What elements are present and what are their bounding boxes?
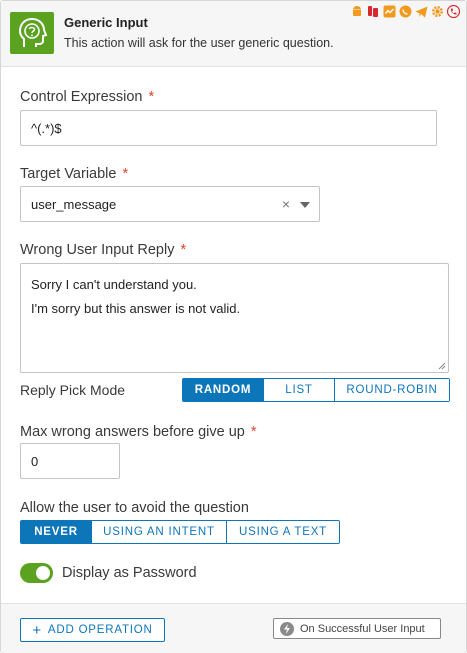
- target-variable-select[interactable]: user_message ×: [20, 186, 320, 222]
- resize-grip-icon[interactable]: [438, 362, 446, 370]
- action-description: This action will ask for the user generi…: [64, 36, 334, 50]
- wrong-reply-textarea[interactable]: Sorry I can't understand you. I'm sorry …: [20, 263, 449, 373]
- avoid-using-text[interactable]: USING A TEXT: [227, 521, 339, 543]
- required-marker: *: [122, 166, 129, 182]
- clear-icon[interactable]: ×: [282, 196, 290, 212]
- reply-pick-mode-toggle: RANDOM LIST ROUND-ROBIN: [182, 378, 450, 402]
- target-variable-label: Target Variable *: [20, 166, 129, 182]
- generic-input-panel: Generic Input This action will ask for t…: [0, 0, 467, 653]
- head-question-icon: [10, 12, 54, 54]
- pick-mode-random[interactable]: RANDOM: [183, 379, 264, 401]
- display-password-label: Display as Password: [62, 565, 197, 581]
- reply-line: Sorry I can't understand you.: [31, 277, 197, 292]
- bolt-icon: [280, 621, 294, 636]
- target-variable-value: user_message: [31, 196, 117, 212]
- on-success-label: On Successful User Input: [300, 622, 425, 635]
- avoid-using-intent[interactable]: USING AN INTENT: [92, 521, 227, 543]
- control-expression-label: Control Expression *: [20, 89, 155, 105]
- max-wrong-answers-label: Max wrong answers before give up *: [20, 424, 257, 440]
- whatsapp-icon[interactable]: [398, 4, 412, 19]
- switch-knob: [36, 566, 50, 580]
- add-operation-label: ADD OPERATION: [47, 624, 153, 636]
- avoid-question-label: Allow the user to avoid the question: [20, 500, 249, 516]
- android-icon[interactable]: [350, 4, 364, 19]
- wrong-reply-label: Wrong User Input Reply *: [20, 242, 187, 258]
- channel-icons: [350, 4, 460, 19]
- action-header: Generic Input This action will ask for t…: [1, 1, 466, 67]
- max-wrong-answers-value: 0: [31, 453, 39, 469]
- display-password-switch[interactable]: [20, 563, 53, 583]
- avoid-question-toggle: NEVER USING AN INTENT USING A TEXT: [20, 520, 340, 544]
- pick-mode-round-robin[interactable]: ROUND-ROBIN: [335, 379, 449, 401]
- required-marker: *: [250, 424, 257, 440]
- cog-icon[interactable]: [430, 4, 444, 19]
- on-success-output[interactable]: On Successful User Input: [273, 618, 441, 639]
- phone-icon[interactable]: [446, 4, 460, 19]
- panel-footer: + ADD OPERATION On Successful User Input: [1, 603, 466, 653]
- action-title: Generic Input: [64, 15, 148, 30]
- required-marker: *: [148, 89, 155, 105]
- messenger-icon[interactable]: [382, 4, 396, 19]
- control-expression-input[interactable]: ^(.*)$: [20, 110, 437, 146]
- reply-pick-mode-label: Reply Pick Mode: [20, 382, 126, 398]
- telegram-icon[interactable]: [414, 4, 428, 19]
- control-expression-value: ^(.*)$: [31, 120, 62, 136]
- add-operation-button[interactable]: + ADD OPERATION: [20, 618, 165, 642]
- avoid-never[interactable]: NEVER: [21, 521, 92, 543]
- pick-mode-list[interactable]: LIST: [264, 379, 335, 401]
- sms-icon[interactable]: [366, 4, 380, 19]
- max-wrong-answers-input[interactable]: 0: [20, 443, 120, 479]
- plus-icon: +: [32, 621, 42, 639]
- chevron-down-icon[interactable]: [300, 202, 310, 208]
- reply-line: I'm sorry but this answer is not valid.: [31, 301, 241, 316]
- required-marker: *: [180, 242, 187, 258]
